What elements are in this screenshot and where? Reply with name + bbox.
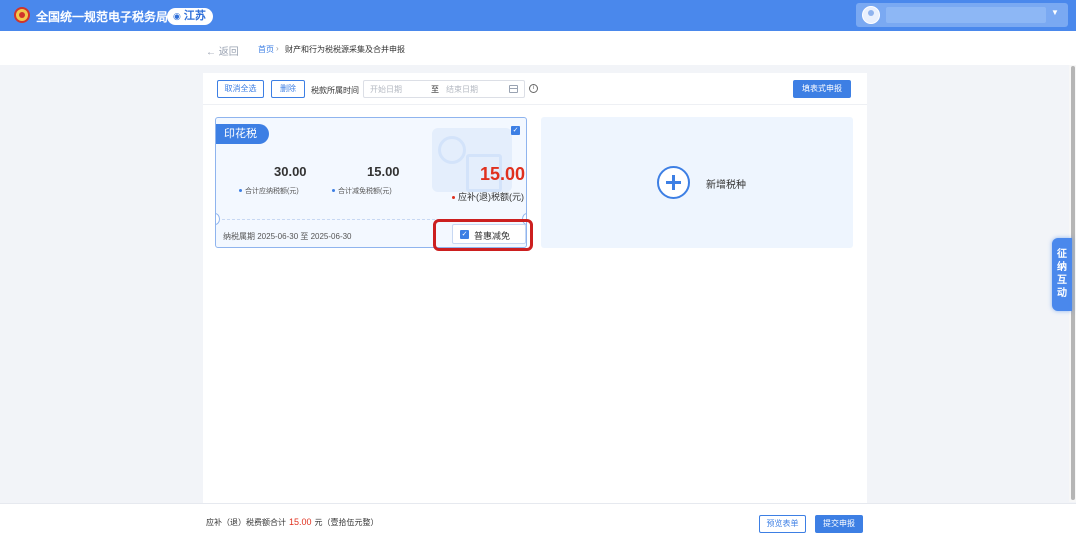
location-pin-icon: ◉ (173, 11, 181, 21)
tax-name-tag: 印花税 (216, 124, 269, 144)
float-tab-char: 互 (1057, 275, 1067, 286)
breadcrumb-home[interactable]: 首页 (258, 44, 274, 55)
interaction-float-tab[interactable]: 征 纳 互 动 (1052, 238, 1072, 311)
float-tab-text: 征 纳 互 动 (1052, 248, 1072, 300)
float-tab-char: 动 (1057, 288, 1067, 299)
submit-declaration-button[interactable]: 提交申报 (815, 515, 863, 533)
payable-refund-value: 15.00 (480, 164, 526, 184)
region-selector[interactable]: ◉ 江苏 (167, 8, 213, 25)
main-panel: 取消全选 删除 税款所属时间 开始日期 至 结束日期 i 填表式申报 印花税 ✓… (203, 73, 867, 503)
footer-summary-suffix: 元（壹拾伍元整） (314, 518, 379, 527)
total-payable-label: 合计应纳税额(元) (239, 186, 299, 196)
payable-refund-label: 应补(退)税额(元) (452, 190, 524, 203)
tax-period: 纳税属期 2025-06-30 至 2025-06-30 (223, 232, 352, 241)
float-tab-char: 纳 (1057, 262, 1067, 273)
footer-summary: 应补（退）税费额合计 15.00 元（壹拾伍元整） (206, 517, 379, 528)
breadcrumb-current: 财产和行为税税源采集及合并申报 (285, 45, 405, 54)
total-relief-label: 合计减免税额(元) (332, 186, 392, 196)
top-navbar: 全国统一规范电子税务局 ◉ 江苏 ▼ (0, 0, 1076, 31)
float-tab-char: 征 (1057, 249, 1067, 260)
footer-summary-prefix: 应补（退）税费额合计 (206, 518, 286, 527)
plus-circle-icon[interactable] (657, 166, 690, 199)
region-label: 江苏 (183, 10, 206, 22)
total-payable-value: 30.00 (274, 164, 307, 179)
delete-button[interactable]: 删除 (271, 80, 305, 98)
emblem-icon (14, 7, 30, 23)
toolbar-divider (203, 104, 867, 105)
add-tax-type-label: 新增税种 (706, 180, 746, 191)
period-label: 税款所属时间 (311, 86, 359, 95)
card-notch-left (216, 213, 220, 225)
breadcrumb-separator: › (276, 44, 279, 53)
user-avatar-icon (862, 6, 880, 24)
deselect-all-button[interactable]: 取消全选 (217, 80, 264, 98)
start-date-input[interactable]: 开始日期 (370, 84, 402, 95)
back-link[interactable]: ← 返回 (206, 43, 239, 58)
checkbox-checked-icon[interactable]: ✓ (511, 126, 520, 135)
chevron-down-icon: ▼ (1051, 8, 1059, 17)
user-menu[interactable]: ▼ (856, 3, 1068, 27)
preview-form-button[interactable]: 预览表单 (759, 515, 806, 533)
calendar-icon[interactable] (509, 85, 518, 93)
form-declare-button[interactable]: 填表式申报 (793, 80, 851, 98)
user-name-redacted (886, 7, 1046, 23)
annotation-highlight-box (433, 219, 533, 251)
info-icon[interactable]: i (529, 84, 538, 93)
end-date-input[interactable]: 结束日期 (446, 84, 478, 95)
add-tax-type-card[interactable]: 新增税种 (541, 117, 853, 248)
footer-bar: 应补（退）税费额合计 15.00 元（壹拾伍元整） 预览表单 提交申报 (0, 503, 1076, 538)
range-separator: 至 (431, 85, 439, 94)
date-range-picker[interactable]: 开始日期 至 结束日期 (363, 80, 525, 98)
app-title: 全国统一规范电子税务局 (36, 10, 169, 24)
total-relief-value: 15.00 (367, 164, 400, 179)
breadcrumb-bar: ← 返回 首页 › 财产和行为税税源采集及合并申报 (0, 31, 1076, 65)
footer-amount: 15.00 (289, 517, 312, 527)
